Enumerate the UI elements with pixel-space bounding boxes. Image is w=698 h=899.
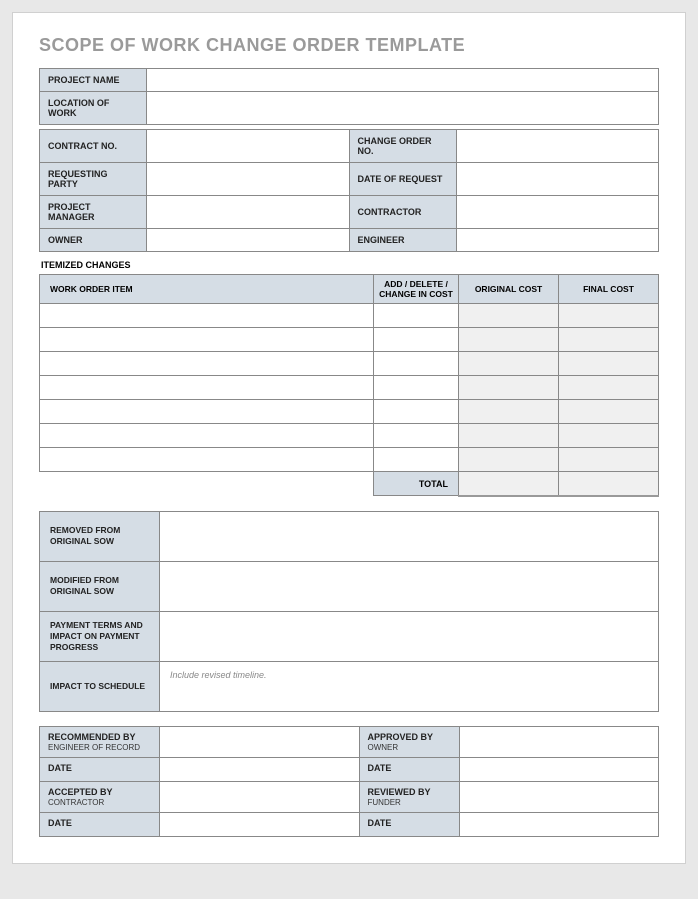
modified-label: MODIFIED FROM ORIGINAL SOW <box>40 561 160 611</box>
table-row <box>559 376 659 400</box>
reviewed-label-text: REVIEWED BY <box>368 787 431 797</box>
accepted-value <box>160 781 360 812</box>
approved-label: APPROVED BY OWNER <box>359 726 459 757</box>
table-row <box>374 352 459 376</box>
project-name-value <box>147 69 659 92</box>
table-row <box>374 424 459 448</box>
signoff-table: RECOMMENDED BY ENGINEER OF RECORD APPROV… <box>39 726 659 837</box>
project-name-label: PROJECT NAME <box>40 69 147 92</box>
contractor-label: CONTRACTOR <box>349 196 456 229</box>
location-label: LOCATION OF WORK <box>40 92 147 125</box>
engineer-value <box>456 229 659 252</box>
approved-label-text: APPROVED BY <box>368 732 434 742</box>
accepted-label-text: ACCEPTED BY <box>48 787 113 797</box>
contract-no-label: CONTRACT NO. <box>40 130 147 163</box>
details-table: REMOVED FROM ORIGINAL SOW MODIFIED FROM … <box>39 511 659 712</box>
table-row <box>40 352 374 376</box>
table-row <box>374 304 459 328</box>
table-row <box>459 328 559 352</box>
date3-label: DATE <box>40 812 160 836</box>
recommended-label: RECOMMENDED BY ENGINEER OF RECORD <box>40 726 160 757</box>
project-manager-label: PROJECT MANAGER <box>40 196 147 229</box>
reviewed-label: REVIEWED BY FUNDER <box>359 781 459 812</box>
location-value <box>147 92 659 125</box>
table-row <box>40 376 374 400</box>
table-row <box>459 424 559 448</box>
date1-label: DATE <box>40 757 160 781</box>
change-order-no-label: CHANGE ORDER NO. <box>349 130 456 163</box>
date2-value <box>459 757 659 781</box>
change-order-no-value <box>456 130 659 163</box>
col-original-cost: ORIGINAL COST <box>459 275 559 304</box>
table-row <box>559 448 659 472</box>
table-row <box>40 400 374 424</box>
requesting-party-label: REQUESTING PARTY <box>40 163 147 196</box>
requesting-party-value <box>147 163 350 196</box>
table-row <box>559 400 659 424</box>
total-final <box>559 472 659 496</box>
contract-no-value <box>147 130 350 163</box>
table-row <box>459 304 559 328</box>
date1-value <box>160 757 360 781</box>
project-manager-value <box>147 196 350 229</box>
owner-value <box>147 229 350 252</box>
date-of-request-label: DATE OF REQUEST <box>349 163 456 196</box>
payment-label: PAYMENT TERMS AND IMPACT ON PAYMENT PROG… <box>40 611 160 661</box>
table-row <box>459 400 559 424</box>
itemized-table: WORK ORDER ITEM ADD / DELETE / CHANGE IN… <box>39 274 659 497</box>
itemized-heading: ITEMIZED CHANGES <box>41 260 659 270</box>
date2-label: DATE <box>359 757 459 781</box>
reviewed-value <box>459 781 659 812</box>
table-row <box>40 448 374 472</box>
payment-value <box>160 611 659 661</box>
accepted-sub: CONTRACTOR <box>48 798 151 807</box>
col-work-order-item: WORK ORDER ITEM <box>40 275 374 304</box>
total-spacer <box>40 472 374 496</box>
col-final-cost: FINAL COST <box>559 275 659 304</box>
recommended-value <box>160 726 360 757</box>
page-title: SCOPE OF WORK CHANGE ORDER TEMPLATE <box>39 35 659 56</box>
table-row <box>40 424 374 448</box>
table-row <box>40 328 374 352</box>
table-row <box>374 328 459 352</box>
removed-value <box>160 511 659 561</box>
reviewed-sub: FUNDER <box>368 798 451 807</box>
table-row <box>374 376 459 400</box>
header-table-1: PROJECT NAME LOCATION OF WORK <box>39 68 659 125</box>
contractor-value <box>456 196 659 229</box>
total-label: TOTAL <box>374 472 459 496</box>
table-row <box>559 424 659 448</box>
schedule-label: IMPACT TO SCHEDULE <box>40 661 160 711</box>
header-table-2: CONTRACT NO. CHANGE ORDER NO. REQUESTING… <box>39 129 659 252</box>
table-row <box>459 448 559 472</box>
schedule-placeholder: Include revised timeline. <box>170 670 267 680</box>
recommended-label-text: RECOMMENDED BY <box>48 732 136 742</box>
engineer-label: ENGINEER <box>349 229 456 252</box>
table-row <box>374 400 459 424</box>
table-row <box>559 328 659 352</box>
table-row <box>459 352 559 376</box>
removed-label: REMOVED FROM ORIGINAL SOW <box>40 511 160 561</box>
owner-label: OWNER <box>40 229 147 252</box>
recommended-sub: ENGINEER OF RECORD <box>48 743 151 752</box>
page: SCOPE OF WORK CHANGE ORDER TEMPLATE PROJ… <box>12 12 686 864</box>
table-row <box>459 376 559 400</box>
modified-value <box>160 561 659 611</box>
table-row <box>374 448 459 472</box>
approved-value <box>459 726 659 757</box>
table-row <box>559 304 659 328</box>
table-row <box>40 304 374 328</box>
date4-value <box>459 812 659 836</box>
accepted-label: ACCEPTED BY CONTRACTOR <box>40 781 160 812</box>
date-of-request-value <box>456 163 659 196</box>
approved-sub: OWNER <box>368 743 451 752</box>
schedule-value: Include revised timeline. <box>160 661 659 711</box>
table-row <box>559 352 659 376</box>
date3-value <box>160 812 360 836</box>
col-add-delete-change: ADD / DELETE / CHANGE IN COST <box>374 275 459 304</box>
date4-label: DATE <box>359 812 459 836</box>
total-original <box>459 472 559 496</box>
